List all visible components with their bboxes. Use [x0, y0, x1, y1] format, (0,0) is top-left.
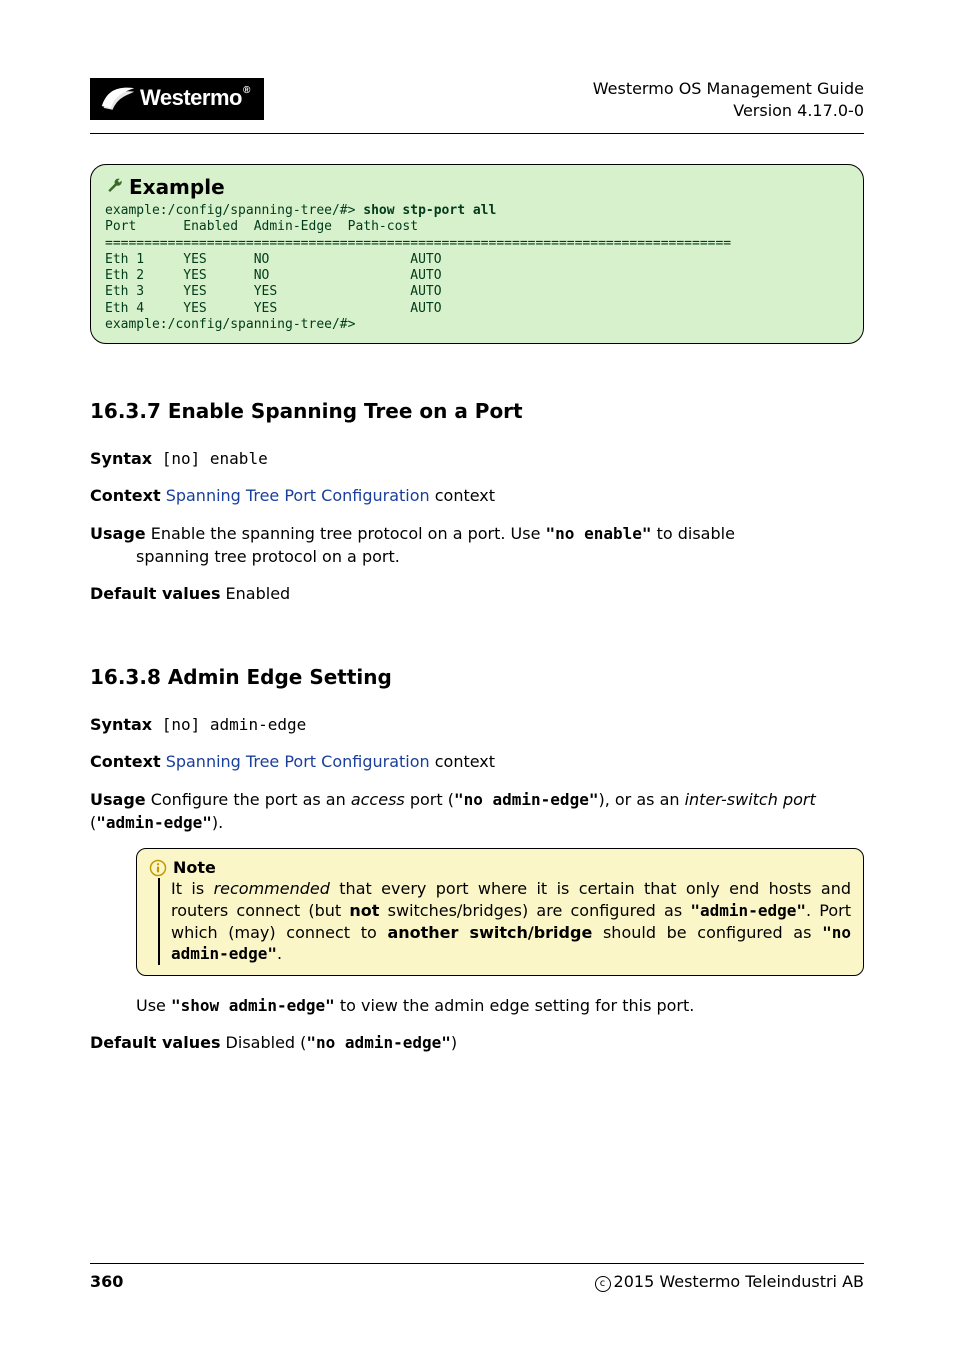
example-box: Example example:/config/spanning-tree/#>… [90, 164, 864, 344]
usage-row: Usage Enable the spanning tree protocol … [90, 522, 864, 568]
example-title: Example [129, 175, 225, 199]
terminal-output: example:/config/spanning-tree/#> show st… [105, 203, 849, 333]
page-footer: 360 c2015 Westermo Teleindustri AB [90, 1263, 864, 1292]
post-note-line: Use "show admin-edge" to view the admin … [90, 994, 864, 1017]
context-row: Context Spanning Tree Port Configuration… [90, 484, 864, 507]
section-heading-1638: 16.3.8 Admin Edge Setting [90, 665, 864, 689]
syntax-row-2: Syntax [no] admin-edge [90, 713, 864, 736]
default-row-2: Default values Disabled ("no admin-edge"… [90, 1031, 864, 1054]
note-title: Note [173, 857, 216, 879]
usage-row-2: Usage Configure the port as an access po… [90, 788, 864, 834]
copyright: c2015 Westermo Teleindustri AB [595, 1272, 864, 1292]
doc-version: Version 4.17.0-0 [593, 100, 864, 122]
note-box: Note It is recommended that every port w… [136, 848, 864, 976]
context-link-2[interactable]: Spanning Tree Port Configuration [166, 752, 430, 771]
logo-text: Westermo® [140, 85, 250, 111]
info-icon [149, 859, 167, 877]
wrench-icon [105, 177, 125, 197]
syntax-row: Syntax [no] enable [90, 447, 864, 470]
logo-swoosh-icon [100, 84, 136, 112]
section-heading-1637: 16.3.7 Enable Spanning Tree on a Port [90, 399, 864, 423]
note-body: It is recommended that every port where … [158, 878, 851, 964]
westermo-logo: Westermo® [90, 78, 264, 120]
context-link[interactable]: Spanning Tree Port Configuration [166, 486, 430, 505]
doc-title: Westermo OS Management Guide [593, 78, 864, 100]
page-number: 360 [90, 1272, 123, 1292]
page-header: Westermo® Westermo OS Management Guide V… [90, 78, 864, 134]
header-title-block: Westermo OS Management Guide Version 4.1… [593, 78, 864, 121]
context-row-2: Context Spanning Tree Port Configuration… [90, 750, 864, 773]
default-row: Default values Enabled [90, 582, 864, 605]
